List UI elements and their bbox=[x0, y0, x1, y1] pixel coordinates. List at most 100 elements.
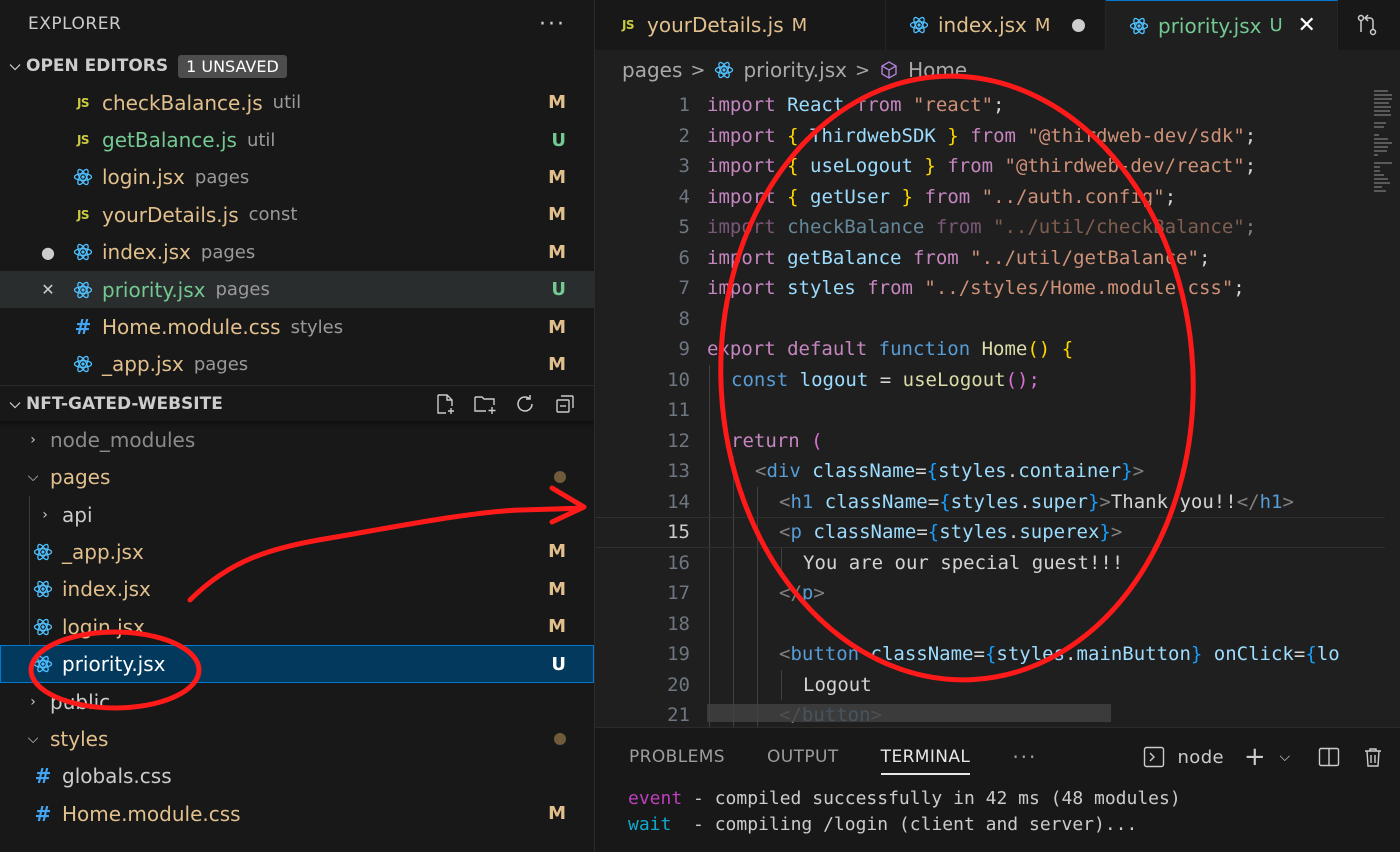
tree-item-label: index.jsx bbox=[62, 577, 151, 602]
chevron-down-icon[interactable]: ⌵ bbox=[1278, 744, 1292, 770]
code-editor[interactable]: 1 import React from "react"; 2 import { … bbox=[595, 90, 1400, 727]
open-editor-item[interactable]: _app.jsx pages M bbox=[0, 346, 594, 383]
react-file-icon bbox=[72, 279, 94, 301]
breadcrumb-symbol[interactable]: Home bbox=[908, 58, 967, 82]
tab-index-jsx[interactable]: index.jsx M bbox=[886, 0, 1106, 50]
split-terminal-icon[interactable] bbox=[1316, 744, 1342, 770]
chevron-right-icon: > bbox=[690, 59, 706, 81]
explorer-more-actions-icon[interactable]: ··· bbox=[539, 12, 566, 37]
open-editor-item[interactable]: JS checkBalance.js util M bbox=[0, 84, 594, 121]
tree-item-label: pages bbox=[50, 465, 111, 490]
code-text: const logout = useLogout(); bbox=[731, 368, 1040, 391]
open-editors-title: OPEN EDITORS bbox=[26, 56, 169, 76]
code-line[interactable]: 17 </p> bbox=[595, 578, 1385, 609]
tree-item-label: login.jsx bbox=[62, 614, 145, 639]
refresh-icon[interactable] bbox=[512, 391, 538, 417]
code-line[interactable]: 1 import React from "react"; bbox=[595, 90, 1385, 121]
tree-file-app-jsx[interactable]: _app.jsx M bbox=[0, 533, 594, 570]
code-line[interactable]: 18 bbox=[595, 609, 1385, 640]
tab-label: yourDetails.js bbox=[647, 13, 784, 37]
code-line[interactable]: 6 import getBalance from "../util/getBal… bbox=[595, 243, 1385, 274]
explorer-title: EXPLORER bbox=[28, 14, 122, 34]
tree-item-label: public bbox=[50, 689, 111, 714]
close-icon[interactable]: ✕ bbox=[1295, 13, 1319, 38]
code-text: <h1 className={styles.super}>Thank you!!… bbox=[779, 490, 1294, 513]
project-header[interactable]: ⌵ NFT-GATED-WEBSITE bbox=[0, 385, 594, 421]
tree-folder-public[interactable]: › public bbox=[0, 683, 594, 720]
code-line[interactable]: 12 return ( bbox=[595, 426, 1385, 457]
code-line[interactable]: 9 export default function Home() { bbox=[595, 334, 1385, 365]
code-line[interactable]: 5 import checkBalance from "../util/chec… bbox=[595, 212, 1385, 243]
code-line[interactable]: 11 bbox=[595, 395, 1385, 426]
explorer-sidebar: EXPLORER ··· ⌵ OPEN EDITORS 1 UNSAVED JS… bbox=[0, 0, 595, 852]
code-line[interactable]: 10 const logout = useLogout(); bbox=[595, 365, 1385, 396]
tab-terminal[interactable]: TERMINAL bbox=[880, 747, 971, 775]
open-editor-filename: index.jsx bbox=[102, 240, 191, 265]
open-changes-icon[interactable] bbox=[1354, 12, 1380, 38]
terminal-name[interactable]: node bbox=[1177, 747, 1224, 768]
open-editor-item[interactable]: JS yourDetails.js const M bbox=[0, 196, 594, 233]
tree-file-globals-css[interactable]: # globals.css bbox=[0, 758, 594, 795]
tab-label: priority.jsx bbox=[1158, 13, 1262, 38]
line-number: 5 bbox=[678, 216, 690, 239]
code-line[interactable]: 14 <h1 className={styles.super}>Thank yo… bbox=[595, 487, 1385, 518]
horizontal-scrollbar[interactable] bbox=[707, 704, 1111, 722]
open-editors-header[interactable]: ⌵ OPEN EDITORS 1 UNSAVED bbox=[0, 48, 594, 84]
tree-file-home-module-css[interactable]: # Home.module.css M bbox=[0, 795, 594, 832]
code-line[interactable]: 2 import { ThirdwebSDK } from "@thirdweb… bbox=[595, 121, 1385, 152]
code-line-current[interactable]: 15 <p className={styles.superex}> bbox=[595, 517, 1385, 548]
close-icon[interactable]: ✕ bbox=[38, 280, 58, 299]
line-number: 2 bbox=[678, 124, 690, 147]
code-line[interactable]: 16 You are our special guest!!! bbox=[595, 548, 1385, 579]
tree-folder-api[interactable]: › api bbox=[0, 496, 594, 533]
line-number: 10 bbox=[667, 368, 690, 391]
code-line[interactable]: 19 <button className={styles.mainButton}… bbox=[595, 639, 1385, 670]
code-line[interactable]: 8 bbox=[595, 304, 1385, 335]
breadcrumb-file[interactable]: priority.jsx bbox=[743, 58, 847, 82]
code-text: return ( bbox=[731, 429, 823, 452]
new-folder-icon[interactable] bbox=[472, 391, 498, 417]
panel-more-icon[interactable]: ··· bbox=[1012, 745, 1037, 769]
tree-file-priority-jsx[interactable]: priority.jsx U bbox=[0, 645, 594, 683]
symbol-cube-icon bbox=[878, 59, 900, 81]
unsaved-dot-icon[interactable] bbox=[1070, 18, 1087, 32]
tab-yourdetails-js[interactable]: JS yourDetails.js M bbox=[595, 0, 886, 50]
tree-file-login-jsx[interactable]: login.jsx M bbox=[0, 608, 594, 645]
code-line[interactable]: 13 <div className={styles.container}> bbox=[595, 456, 1385, 487]
minimap[interactable] bbox=[1374, 90, 1394, 270]
panel-tabs: PROBLEMS OUTPUT TERMINAL ··· node + ⌵ bbox=[595, 728, 1400, 786]
open-editor-item[interactable]: # Home.module.css styles M bbox=[0, 308, 594, 345]
terminal-icon bbox=[1141, 744, 1167, 770]
tree-file-index-jsx[interactable]: index.jsx M bbox=[0, 571, 594, 608]
tab-priority-jsx[interactable]: priority.jsx U ✕ bbox=[1106, 0, 1338, 50]
breadcrumb: pages > priority.jsx > Home bbox=[595, 50, 1400, 90]
tab-git-badge: M bbox=[1034, 14, 1051, 36]
react-file-icon bbox=[32, 653, 54, 675]
code-line[interactable]: 7 import styles from "../styles/Home.mod… bbox=[595, 273, 1385, 304]
tab-output[interactable]: OUTPUT bbox=[767, 747, 839, 767]
add-terminal-icon[interactable]: + bbox=[1242, 742, 1268, 772]
trash-icon[interactable] bbox=[1360, 744, 1386, 770]
unsaved-dot-icon[interactable]: ● bbox=[38, 243, 58, 262]
code-line[interactable]: 20 Logout bbox=[595, 670, 1385, 701]
new-file-icon[interactable] bbox=[432, 391, 458, 417]
line-number: 19 bbox=[667, 643, 690, 666]
breadcrumb-folder[interactable]: pages bbox=[622, 58, 682, 82]
tree-item-label: api bbox=[62, 502, 93, 527]
tree-folder-styles[interactable]: ⌵ styles bbox=[0, 720, 594, 757]
tree-folder-pages[interactable]: ⌵ pages bbox=[0, 459, 594, 496]
open-editor-item[interactable]: ● index.jsx pages M bbox=[0, 234, 594, 271]
collapse-all-icon[interactable] bbox=[552, 391, 578, 417]
tab-actions bbox=[1338, 0, 1380, 50]
open-editor-item[interactable]: JS getBalance.js util U bbox=[0, 121, 594, 158]
open-editor-item-active[interactable]: ✕ priority.jsx pages U bbox=[0, 270, 594, 309]
open-editor-folder: pages bbox=[193, 353, 249, 375]
code-line[interactable]: 3 import { useLogout } from "@thirdweb-d… bbox=[595, 151, 1385, 182]
tree-folder-node-modules[interactable]: › node_modules bbox=[0, 421, 594, 458]
code-line[interactable]: 4 import { getUser } from "../auth.confi… bbox=[595, 182, 1385, 213]
tab-git-badge: M bbox=[791, 14, 808, 36]
chevron-down-icon: ⌵ bbox=[9, 395, 21, 412]
open-editor-item[interactable]: login.jsx pages M bbox=[0, 159, 594, 196]
tab-problems[interactable]: PROBLEMS bbox=[629, 747, 725, 767]
javascript-file-icon: JS bbox=[76, 133, 90, 148]
